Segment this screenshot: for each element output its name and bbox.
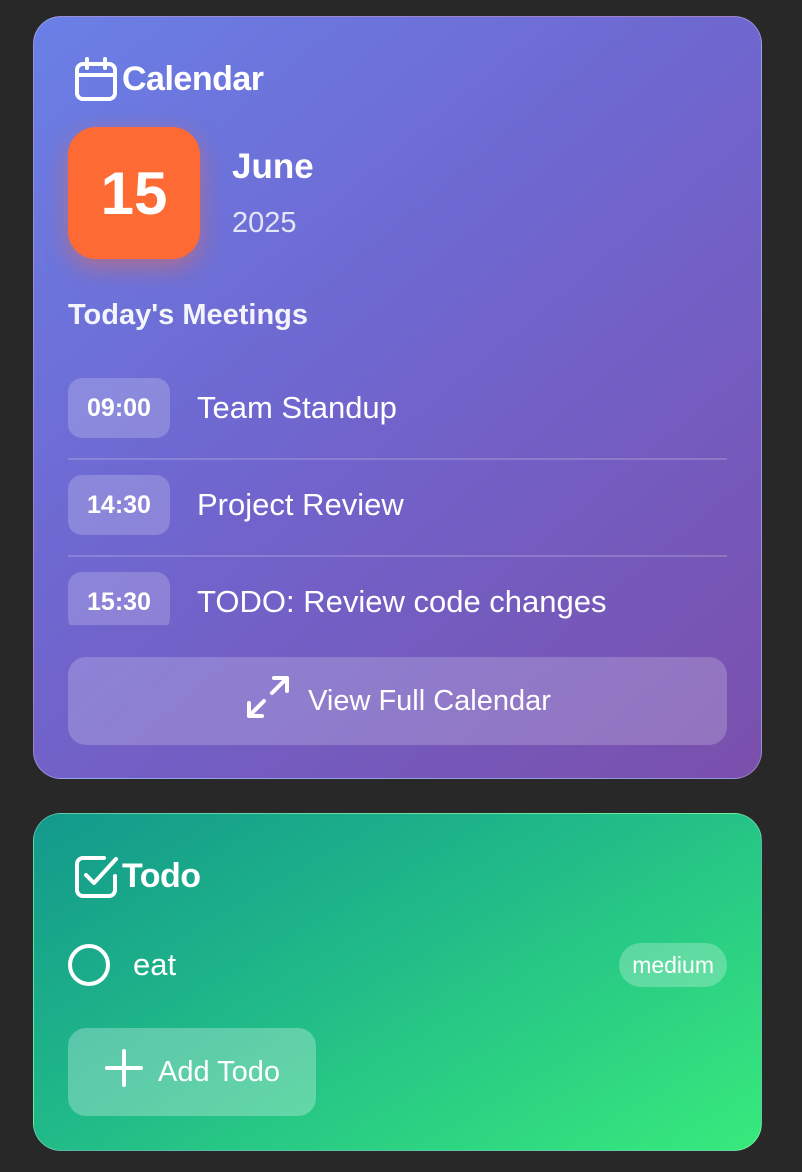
- view-full-calendar-button[interactable]: View Full Calendar: [68, 657, 727, 745]
- meeting-time: 09:00: [68, 378, 170, 438]
- calendar-title: Calendar: [122, 59, 264, 98]
- meeting-time: 15:30: [68, 572, 170, 625]
- expand-icon: [244, 673, 292, 729]
- meeting-item[interactable]: 09:00 Team Standup: [68, 363, 727, 460]
- priority-badge: medium: [619, 943, 727, 987]
- meetings-heading: Today's Meetings: [68, 299, 309, 331]
- todo-card: Todo eat medium Add Todo: [33, 813, 762, 1151]
- todo-header: Todo: [72, 852, 201, 900]
- meeting-title: TODO: Review code changes: [197, 584, 607, 619]
- add-todo-label: Add Todo: [157, 1055, 281, 1088]
- calendar-card: Calendar 15 June 2025 Today's Meetings 0…: [33, 16, 762, 779]
- meeting-time: 14:30: [68, 475, 170, 535]
- calendar-icon: [72, 55, 120, 103]
- todo-item: eat medium: [68, 940, 727, 990]
- checkbox-icon: [72, 852, 120, 900]
- view-full-calendar-label: View Full Calendar: [308, 684, 551, 717]
- meeting-title: Project Review: [197, 487, 404, 522]
- meetings-list[interactable]: 09:00 Team Standup 14:30 Project Review …: [68, 363, 727, 625]
- todo-title: Todo: [122, 856, 201, 895]
- date-month: June: [232, 147, 314, 186]
- date-year: 2025: [232, 207, 297, 239]
- add-todo-button[interactable]: Add Todo: [68, 1028, 316, 1116]
- date-day-tile: 15: [68, 127, 200, 259]
- calendar-header: Calendar: [72, 55, 264, 103]
- todo-item-text: eat: [133, 947, 177, 982]
- plus-icon: [104, 1048, 144, 1096]
- todo-checkbox[interactable]: [68, 944, 110, 986]
- meeting-item[interactable]: 15:30 TODO: Review code changes: [68, 557, 727, 625]
- meeting-title: Team Standup: [197, 390, 397, 425]
- meeting-item[interactable]: 14:30 Project Review: [68, 460, 727, 557]
